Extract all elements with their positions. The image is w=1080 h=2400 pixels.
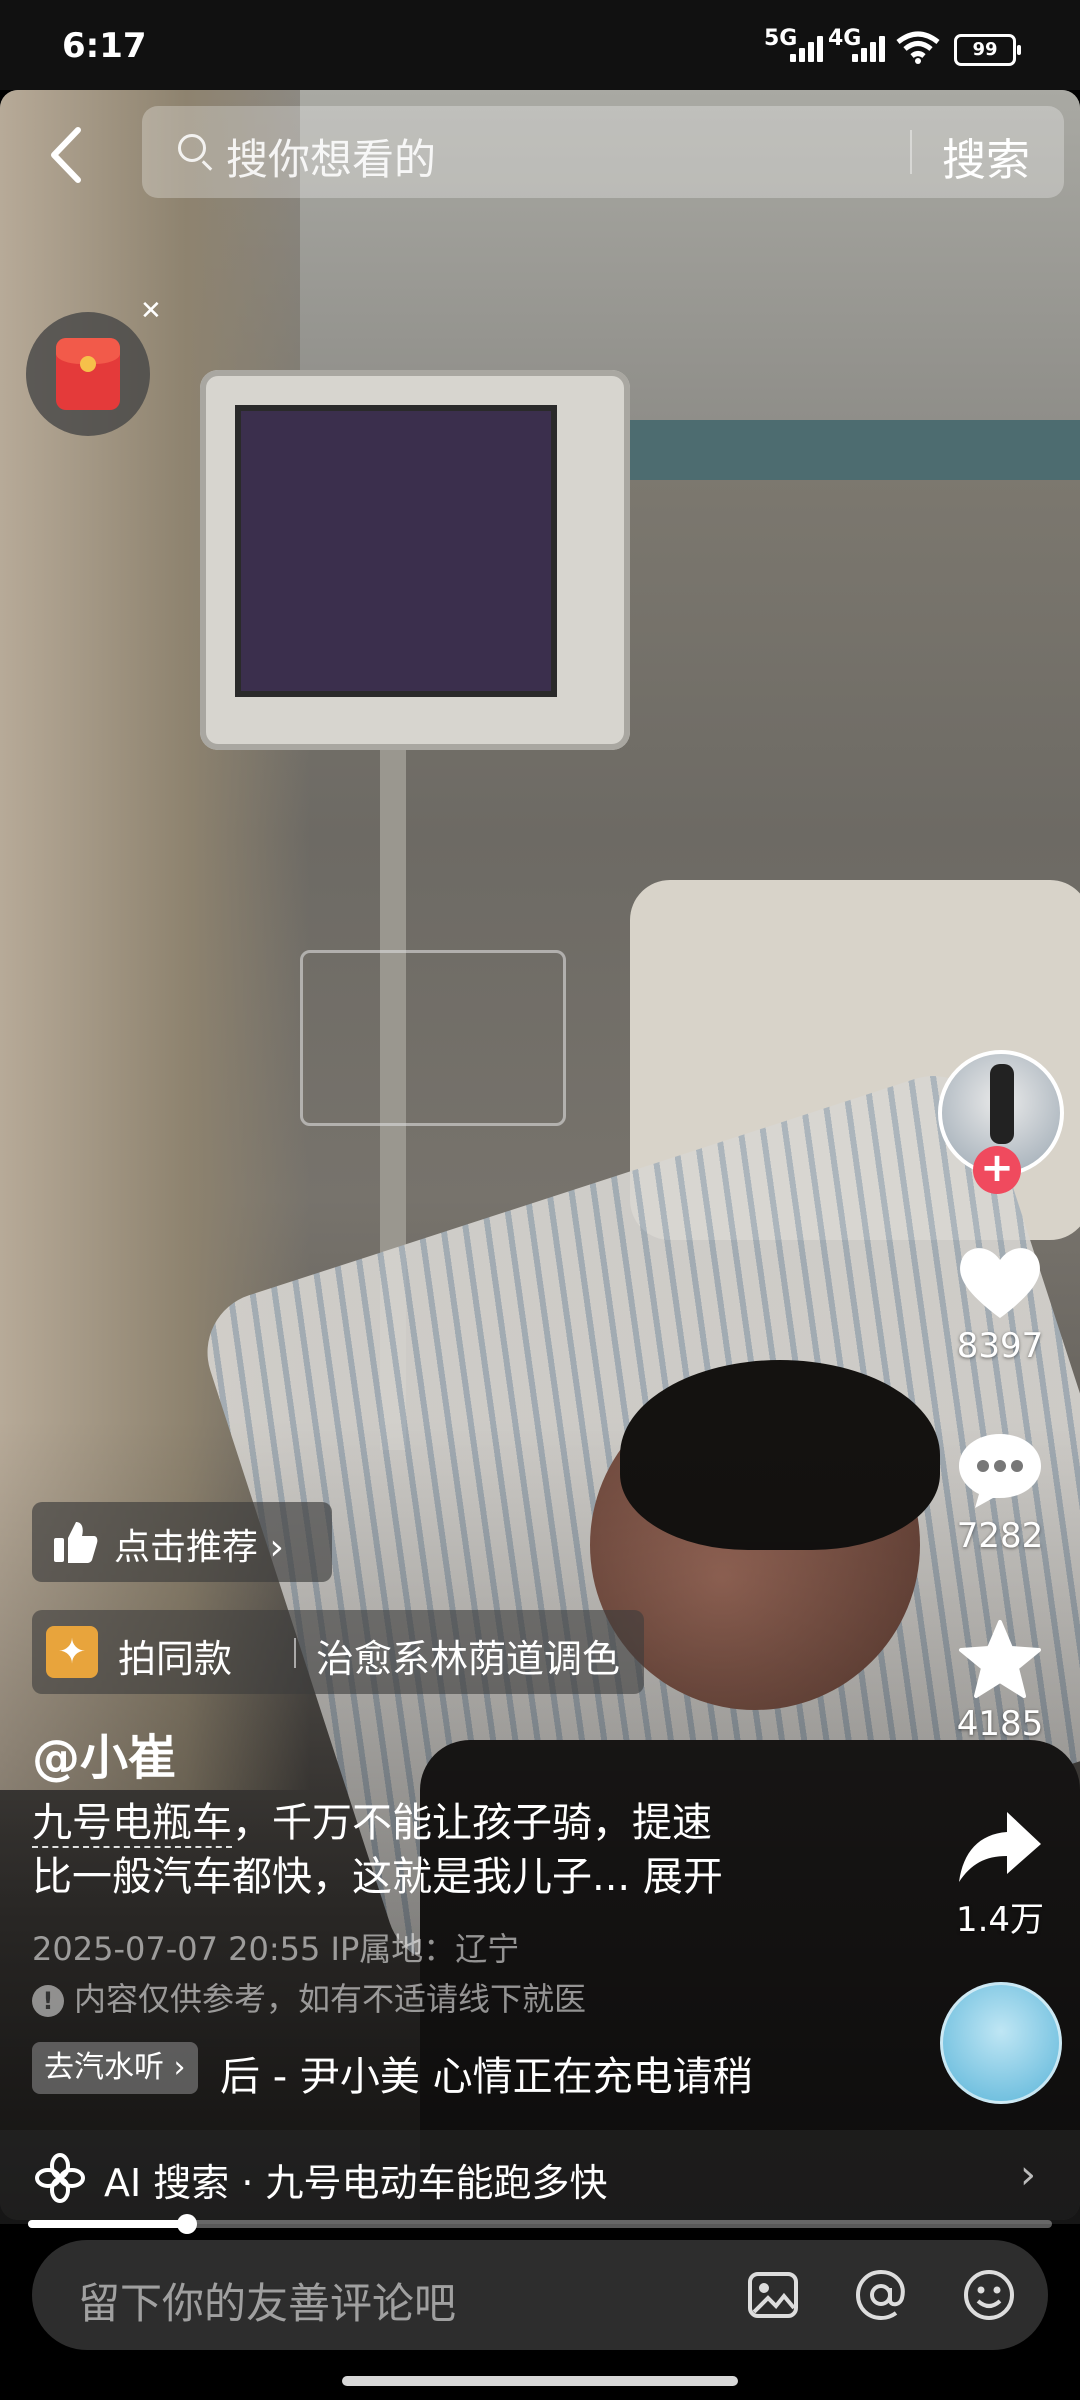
music-disc[interactable] — [940, 1982, 1062, 2104]
search-placeholder: 搜你想看的 — [226, 135, 437, 184]
ai-search-bar[interactable]: AI 搜索 · 九号电动车能跑多快 › — [0, 2130, 1080, 2224]
share-count: 1.4万 — [955, 1900, 1045, 1940]
ai-search-label: AI 搜索 · 九号电动车能跑多快 — [104, 2161, 608, 2205]
like-button[interactable]: 8397 — [930, 1240, 1070, 1366]
same-style-bar[interactable]: ✦ 拍同款 治愈系林荫道调色 — [32, 1610, 644, 1694]
description-keyword-link[interactable]: 九号电瓶车 — [32, 1800, 232, 1848]
info-icon: ! — [32, 1985, 64, 2017]
status-bar: 6:17 5G 4G 99 — [0, 0, 1080, 90]
follow-button[interactable]: + — [973, 1146, 1021, 1194]
search-divider — [910, 130, 912, 174]
sparkle-icon: ✦ — [46, 1626, 98, 1678]
content-notice: ! 内容仅供参考，如有不适请线下就医 — [32, 1974, 586, 2020]
recommend-button[interactable]: 点击推荐 › — [32, 1502, 332, 1582]
search-bar[interactable]: 搜你想看的 搜索 — [142, 106, 1064, 198]
avatar-figure — [990, 1064, 1014, 1144]
description-line-2: 比一般汽车都快，这就是我儿子... 展开 — [32, 1854, 723, 1900]
music-app-tag[interactable]: 去汽水听 › — [32, 2042, 198, 2094]
status-time: 6:17 — [62, 26, 147, 66]
search-button[interactable]: 搜索 — [942, 124, 1030, 188]
video-basket — [300, 950, 566, 1126]
favorite-count: 4185 — [956, 1704, 1044, 1744]
image-icon[interactable] — [746, 2268, 800, 2322]
same-style-divider — [294, 1638, 296, 1668]
post-description[interactable]: 九号电瓶车，千万不能让孩子骑，提速 比一般汽车都快，这就是我儿子... 展开 — [32, 1796, 812, 1904]
same-style-label: 拍同款 — [118, 1637, 233, 1681]
heart-icon — [960, 1248, 1040, 1318]
progress-fill — [28, 2220, 187, 2228]
recommend-label: 点击推荐 › — [114, 1527, 284, 1568]
at-icon[interactable] — [854, 2268, 908, 2322]
star-icon — [959, 1620, 1041, 1698]
close-icon[interactable]: ✕ — [140, 296, 162, 326]
progress-knob[interactable] — [176, 2214, 197, 2234]
back-arrow-icon[interactable] — [40, 120, 96, 190]
comment-button[interactable]: 7282 — [930, 1430, 1070, 1556]
filter-name: 治愈系林荫道调色 — [316, 1637, 621, 1681]
comment-input-bar[interactable]: 留下你的友善评论吧 — [32, 2240, 1048, 2350]
like-count: 8397 — [956, 1326, 1044, 1366]
chevron-right-icon: › — [1020, 2152, 1036, 2198]
wifi-icon — [896, 31, 940, 64]
music-title: 后 - 尹小美 心情正在充电请稍 — [220, 2054, 753, 2100]
search-icon — [178, 134, 206, 162]
ai-flower-icon — [35, 2153, 85, 2203]
favorite-button[interactable]: 4185 — [930, 1618, 1070, 1744]
home-indicator[interactable] — [342, 2376, 738, 2386]
red-packet-icon — [56, 338, 120, 410]
red-packet-button[interactable] — [26, 312, 150, 436]
share-button[interactable]: 1.4万 — [930, 1806, 1070, 1941]
description-text: ，千万不能让孩子骑，提速 — [232, 1800, 712, 1846]
post-meta: 2025-07-07 20:55 IP属地：辽宁 — [32, 1930, 520, 1968]
battery-indicator: 99 — [954, 34, 1021, 66]
comment-placeholder: 留下你的友善评论吧 — [78, 2279, 457, 2328]
comment-count: 7282 — [956, 1516, 1044, 1556]
video-monitor-screen — [235, 405, 557, 697]
share-icon — [959, 1812, 1041, 1882]
emoji-icon[interactable] — [962, 2268, 1016, 2322]
music-row[interactable]: 去汽水听 › 后 - 尹小美 心情正在充电请稍 — [32, 2040, 852, 2100]
signal-icon-2 — [852, 34, 896, 62]
comment-icon — [959, 1434, 1041, 1508]
author-name[interactable]: @小崔 — [32, 1718, 176, 1788]
notice-text: 内容仅供参考，如有不适请线下就医 — [74, 1980, 587, 2018]
video-progress-bar[interactable] — [28, 2214, 1052, 2234]
thumbs-up-icon — [54, 1522, 98, 1563]
